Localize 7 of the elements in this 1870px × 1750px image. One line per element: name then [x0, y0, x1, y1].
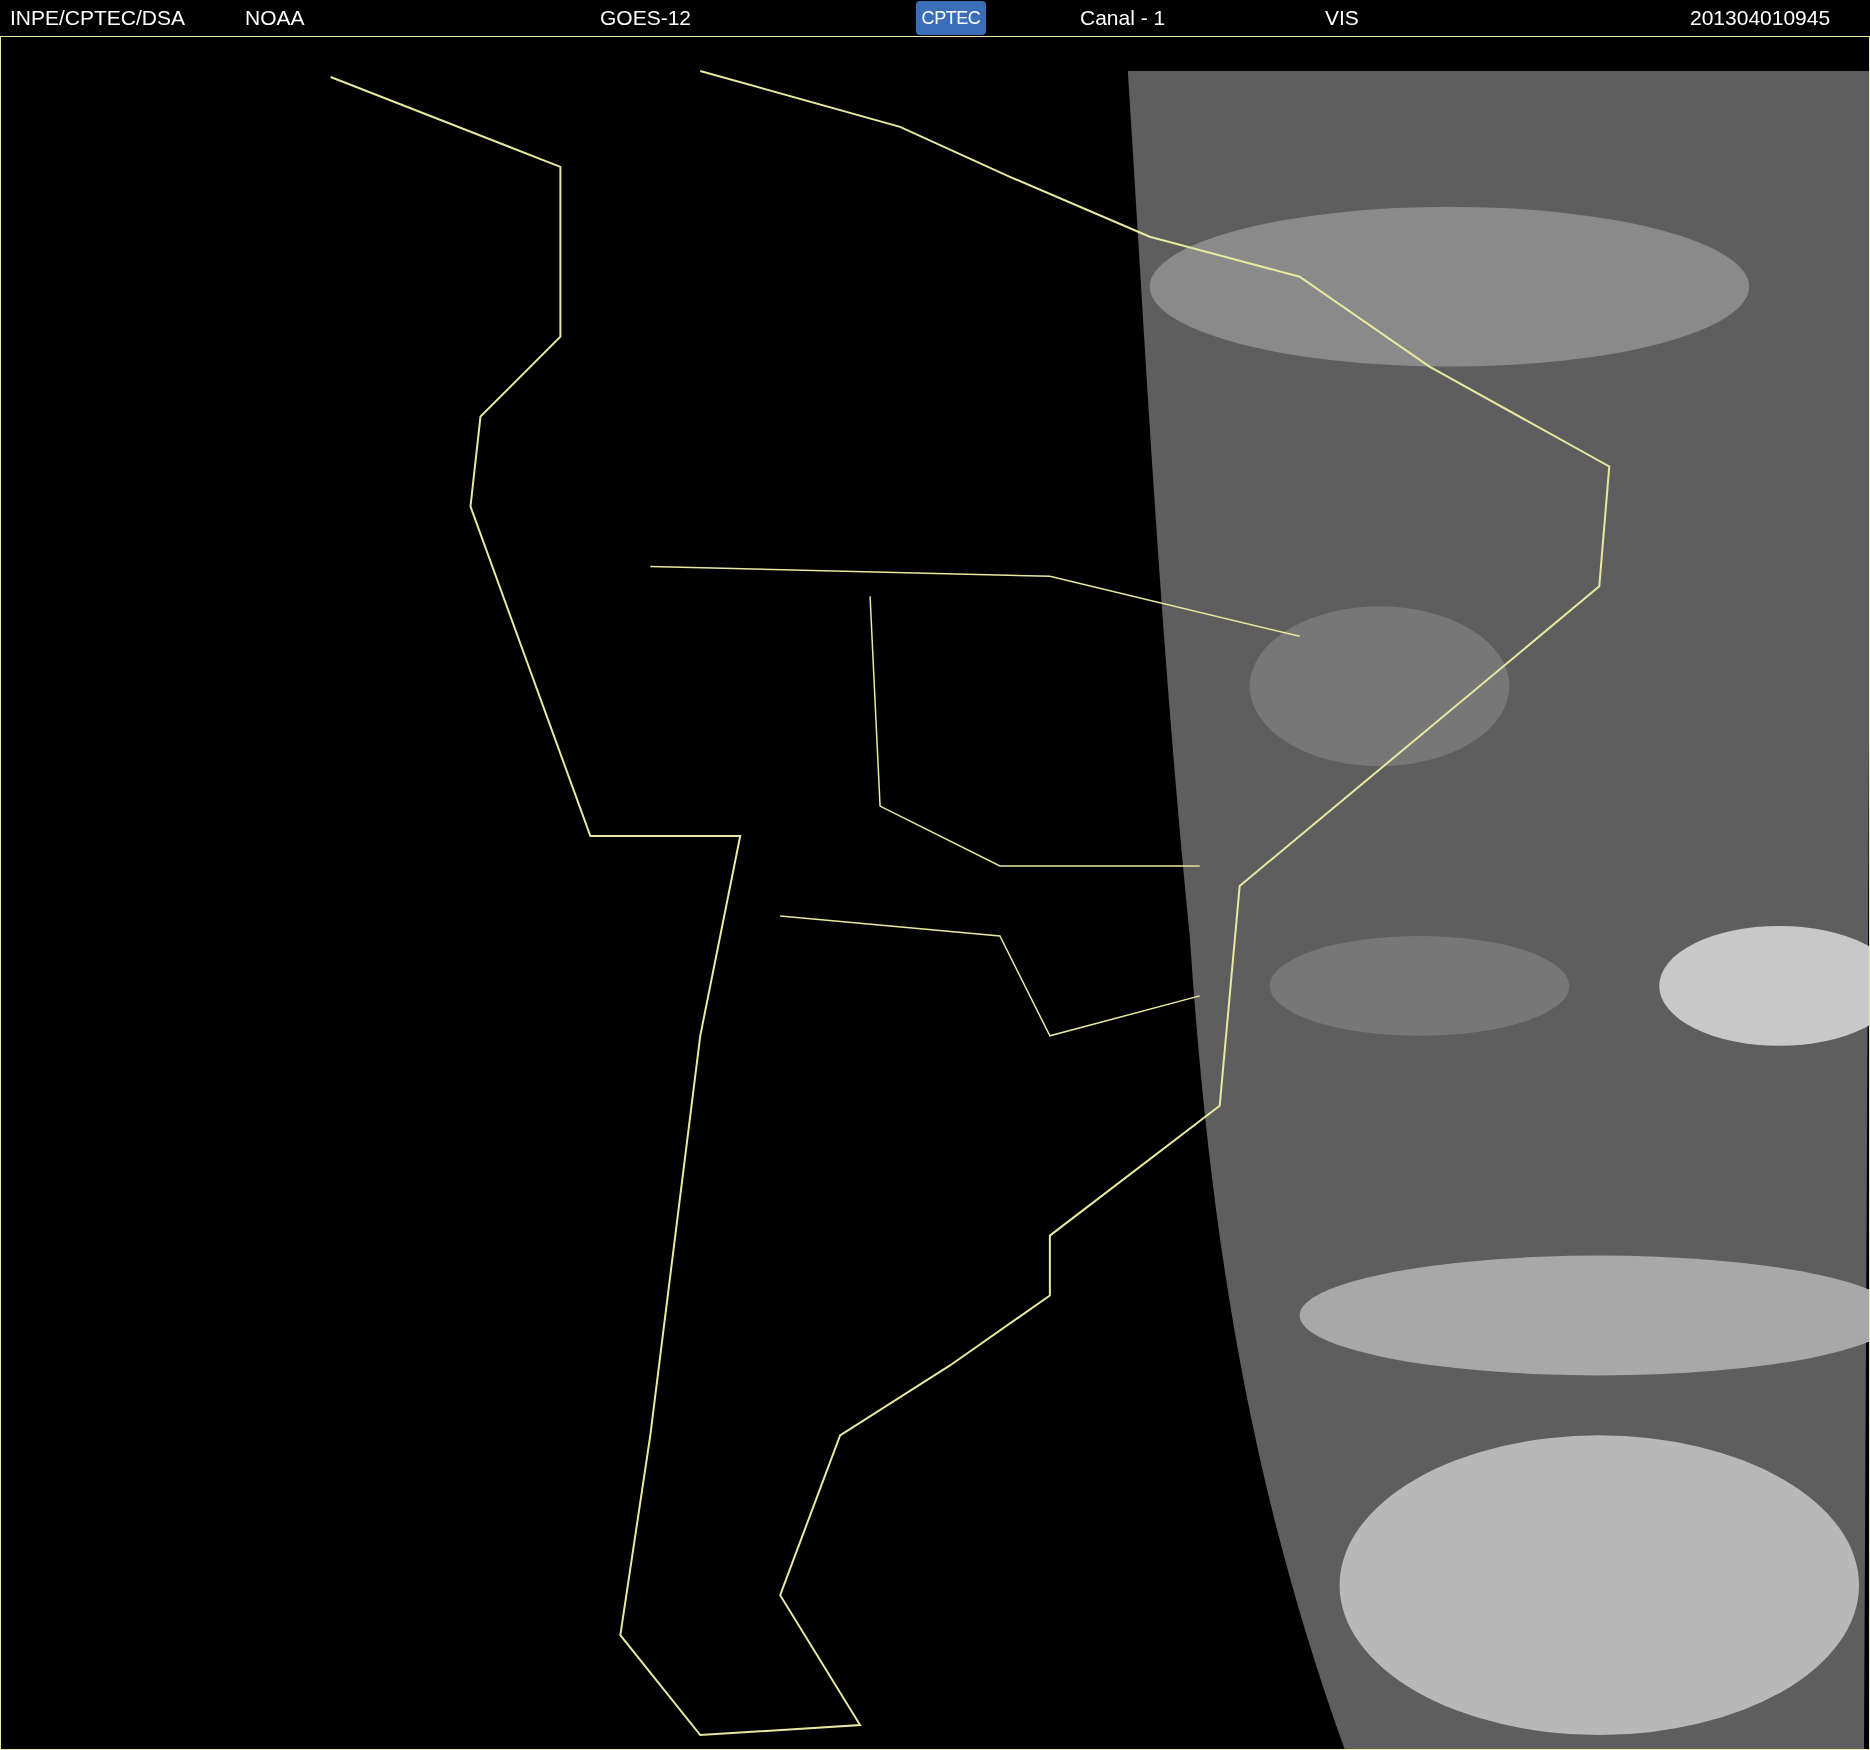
logo: CPTEC [916, 1, 986, 35]
satellite-label: GOES-12 [600, 5, 693, 32]
channel-label: Canal - 1 [1080, 5, 1167, 32]
agency-label: NOAA [245, 5, 306, 32]
band-label: VIS [1325, 5, 1360, 32]
source-label: INPE/CPTEC/DSA [10, 5, 187, 32]
timestamp-label: 201304010945 [1690, 5, 1831, 32]
